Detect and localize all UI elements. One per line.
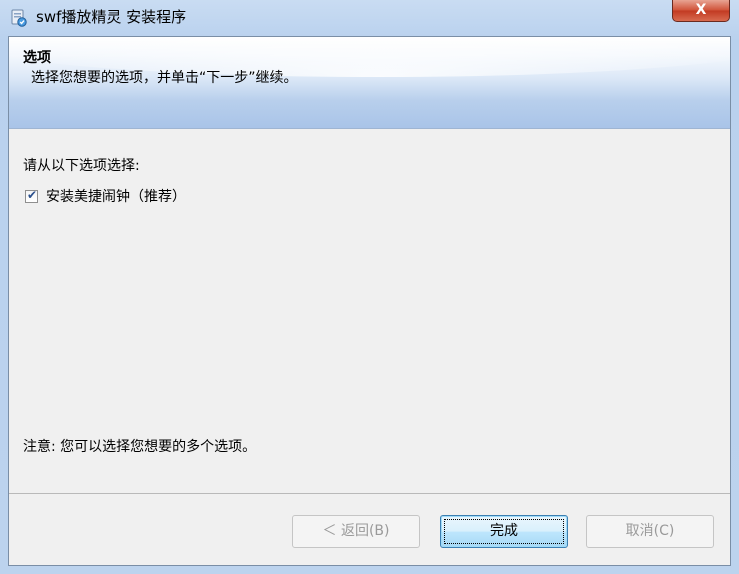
- window-title: swf播放精灵 安装程序: [36, 8, 187, 26]
- focus-rect: [444, 519, 564, 544]
- install-clock-checkbox[interactable]: ✔: [25, 187, 38, 203]
- options-prompt: 请从以下选项选择:: [23, 158, 140, 174]
- cancel-button[interactable]: 取消(C): [586, 515, 714, 548]
- wizard-header: 选项 选择您想要的选项，并单击“下一步”继续。: [9, 37, 730, 129]
- options-note: 注意: 您可以选择您想要的多个选项。: [23, 439, 257, 455]
- title-bar[interactable]: swf播放精灵 安装程序 X: [0, 0, 739, 36]
- option-install-clock[interactable]: ✔ 安装美捷闹钟（推荐）: [23, 187, 186, 205]
- back-button[interactable]: ＜ 返回(B): [292, 515, 420, 548]
- close-icon: X: [695, 2, 707, 18]
- close-button[interactable]: X: [672, 0, 730, 22]
- installer-icon: [10, 9, 28, 27]
- page-subtitle: 选择您想要的选项，并单击“下一步”继续。: [31, 70, 298, 86]
- checkmark-icon: ✔: [27, 187, 38, 202]
- finish-button[interactable]: 完成: [440, 515, 568, 548]
- installer-window: swf播放精灵 安装程序 X 选项 选择您想要的选项，并单击“下一步”继续。 请…: [0, 0, 739, 574]
- wizard-body: 请从以下选项选择: ✔ 安装美捷闹钟（推荐） 注意: 您可以选择您想要的多个选项…: [9, 129, 730, 493]
- page-title: 选项: [23, 50, 51, 66]
- dialog-client-area: 选项 选择您想要的选项，并单击“下一步”继续。 请从以下选项选择: ✔ 安装美捷…: [8, 36, 731, 566]
- button-bar: ＜ 返回(B) 完成 取消(C): [9, 493, 730, 565]
- option-label[interactable]: 安装美捷闹钟（推荐）: [46, 186, 186, 206]
